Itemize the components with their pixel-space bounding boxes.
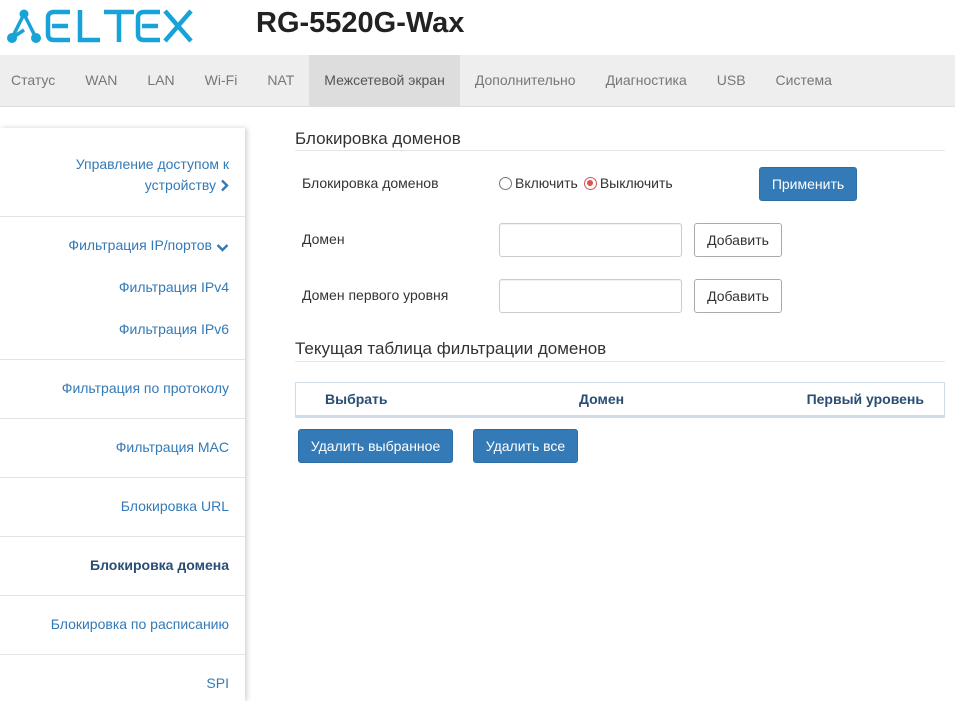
domain-table-header: Выбрать Домен Первый уровень bbox=[295, 382, 945, 418]
tab-system[interactable]: Система bbox=[761, 55, 847, 106]
radio-enable[interactable] bbox=[499, 176, 512, 190]
delete-selected-button[interactable]: Удалить выбранное bbox=[298, 429, 453, 463]
tab-lan[interactable]: LAN bbox=[132, 55, 189, 106]
eltex-logo[interactable] bbox=[4, 6, 194, 46]
top-nav: Статус WAN LAN Wi-Fi NAT Межсетевой экра… bbox=[0, 55, 955, 107]
column-domain: Домен bbox=[579, 391, 625, 407]
radio-enable-label[interactable]: Включить bbox=[515, 175, 578, 191]
sidebar-group-ip-port-filter: Фильтрация IP/портов Фильтрация IPv4 Фил… bbox=[0, 216, 245, 359]
sidebar-item-label[interactable]: Блокировка по расписанию bbox=[51, 614, 229, 635]
tab-diagnostics[interactable]: Диагностика bbox=[591, 55, 702, 106]
domain-block-label: Блокировка доменов bbox=[302, 175, 439, 191]
apply-button[interactable]: Применить bbox=[759, 167, 857, 201]
sidebar-item-url-block[interactable]: Блокировка URL bbox=[0, 477, 245, 536]
sidebar-item-label[interactable]: Фильтрация по протоколу bbox=[62, 378, 229, 399]
sidebar-item-ip-port-filter[interactable]: Фильтрация IP/портов bbox=[68, 235, 229, 256]
device-model: RG-5520G-Wax bbox=[256, 7, 465, 39]
tab-wifi[interactable]: Wi-Fi bbox=[190, 55, 253, 106]
sidebar-item-mac-filter[interactable]: Фильтрация MAC bbox=[0, 418, 245, 477]
tld-input[interactable] bbox=[499, 279, 682, 313]
tab-wan[interactable]: WAN bbox=[70, 55, 132, 106]
sidebar-item-schedule-block[interactable]: Блокировка по расписанию bbox=[0, 595, 245, 654]
domain-block-radio-group: Включить Выключить bbox=[499, 175, 679, 191]
header: RG-5520G-Wax bbox=[0, 0, 955, 55]
section-title-filter-table: Текущая таблица фильтрации доменов bbox=[295, 339, 607, 358]
sidebar-item-label[interactable]: SPI bbox=[206, 673, 229, 694]
tab-nat[interactable]: NAT bbox=[252, 55, 309, 106]
domain-input[interactable] bbox=[499, 223, 682, 257]
sidebar-item-protocol-filter[interactable]: Фильтрация по протоколу bbox=[0, 359, 245, 418]
sidebar-item-ipv6-filter[interactable]: Фильтрация IPv6 bbox=[119, 319, 229, 340]
tab-usb[interactable]: USB bbox=[702, 55, 761, 106]
sidebar-item-label[interactable]: Блокировка URL bbox=[121, 496, 229, 517]
column-top-level: Первый уровень bbox=[806, 391, 924, 407]
sidebar: Управление доступом к устройству Фильтра… bbox=[0, 128, 245, 701]
section-title-domain-block: Блокировка доменов bbox=[295, 129, 461, 148]
tab-advanced[interactable]: Дополнительно bbox=[460, 55, 591, 106]
sidebar-item-domain-block[interactable]: Блокировка домена bbox=[0, 536, 245, 595]
radio-disable[interactable] bbox=[583, 176, 597, 190]
column-select: Выбрать bbox=[325, 391, 388, 407]
sidebar-item-spi[interactable]: SPI bbox=[0, 654, 245, 701]
radio-disable-label[interactable]: Выключить bbox=[600, 175, 673, 191]
delete-all-button[interactable]: Удалить все bbox=[473, 429, 578, 463]
sidebar-item-label[interactable]: Управление доступом к устройству bbox=[76, 154, 229, 196]
add-domain-button[interactable]: Добавить bbox=[694, 223, 782, 257]
tab-firewall[interactable]: Межсетевой экран bbox=[309, 55, 460, 106]
sidebar-item-device-access[interactable]: Управление доступом к устройству bbox=[0, 128, 245, 216]
chevron-down-icon bbox=[216, 235, 229, 256]
divider bbox=[295, 361, 945, 362]
sidebar-item-label[interactable]: Фильтрация MAC bbox=[116, 437, 229, 458]
sidebar-item-label[interactable]: Блокировка домена bbox=[90, 555, 229, 576]
chevron-right-icon bbox=[220, 175, 229, 196]
add-tld-button[interactable]: Добавить bbox=[694, 279, 782, 313]
domain-label: Домен bbox=[302, 231, 345, 247]
sidebar-item-ipv4-filter[interactable]: Фильтрация IPv4 bbox=[119, 277, 229, 298]
divider bbox=[295, 150, 945, 151]
tab-status[interactable]: Статус bbox=[0, 55, 70, 106]
tld-label: Домен первого уровня bbox=[302, 287, 449, 303]
